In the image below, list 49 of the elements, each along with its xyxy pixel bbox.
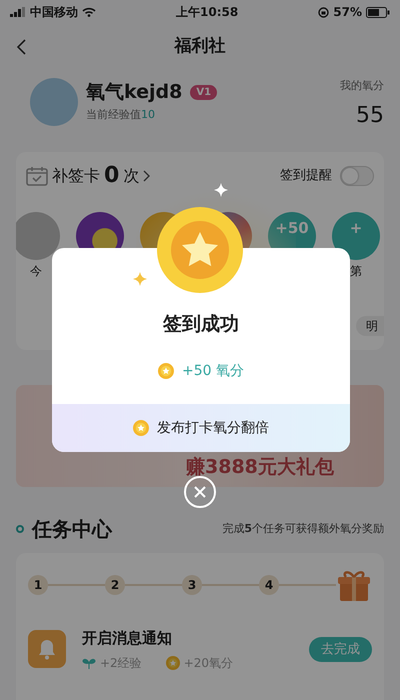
calendar-icon	[26, 166, 48, 186]
points-reward: +20氧分	[184, 654, 234, 672]
section-dot-icon	[16, 525, 24, 533]
close-button[interactable]	[184, 476, 216, 508]
experience-text: 当前经验值10	[86, 106, 156, 122]
signal-icon	[10, 7, 26, 17]
day-label: 第	[350, 263, 362, 278]
coin-icon	[166, 656, 180, 670]
level-badge: V1	[190, 84, 218, 100]
back-icon[interactable]	[16, 39, 26, 55]
rotation-lock-icon	[318, 6, 330, 18]
progress-step: 3	[182, 575, 202, 595]
day-label: 今	[30, 263, 42, 278]
makeup-card-unit: 次	[123, 165, 140, 187]
rules-chip[interactable]: 明	[356, 316, 384, 336]
carrier-name: 中国移动	[30, 4, 78, 21]
coin-icon	[158, 363, 174, 379]
share-text: 发布打卡氧分翻倍	[157, 418, 269, 438]
points-value: 55	[355, 102, 384, 130]
progress-step: 2	[105, 575, 125, 595]
page-title: 福利社	[174, 35, 226, 58]
dialog-title: 签到成功	[162, 312, 240, 337]
user-name: 氧气kejd8	[86, 80, 182, 105]
sparkle-icon	[214, 183, 228, 197]
points-label: 我的氧分	[340, 78, 384, 94]
chevron-right-icon[interactable]	[143, 170, 152, 182]
battery-percent: 57%	[333, 4, 362, 21]
sprout-icon	[82, 656, 96, 668]
makeup-card-label: 补签卡	[52, 165, 100, 187]
reminder-label: 签到提醒	[280, 167, 332, 186]
wifi-icon	[82, 7, 96, 17]
progress-step: 4	[259, 575, 279, 595]
makeup-card-count: 0	[104, 165, 120, 187]
reminder-toggle[interactable]	[340, 166, 374, 186]
banner-text: 赚3888元大礼包	[186, 454, 334, 480]
task-bonus-hint: 完成5个任务可获得额外氧分奖励	[222, 520, 384, 537]
battery-icon	[366, 6, 390, 18]
task-title: 开启消息通知	[82, 628, 173, 649]
day-circle: +	[332, 212, 380, 260]
bell-icon	[28, 630, 66, 668]
reward-text: +50 氧分	[182, 362, 244, 380]
share-bar[interactable]: 发布打卡氧分翻倍	[52, 404, 350, 452]
progress-step: 1	[28, 575, 48, 595]
status-time: 上午10:58	[176, 5, 238, 19]
coin-icon	[133, 420, 149, 436]
section-title: 任务中心	[32, 516, 112, 543]
experience-reward: +2经验	[100, 654, 142, 672]
avatar	[30, 78, 78, 126]
sparkle-icon	[133, 272, 147, 286]
